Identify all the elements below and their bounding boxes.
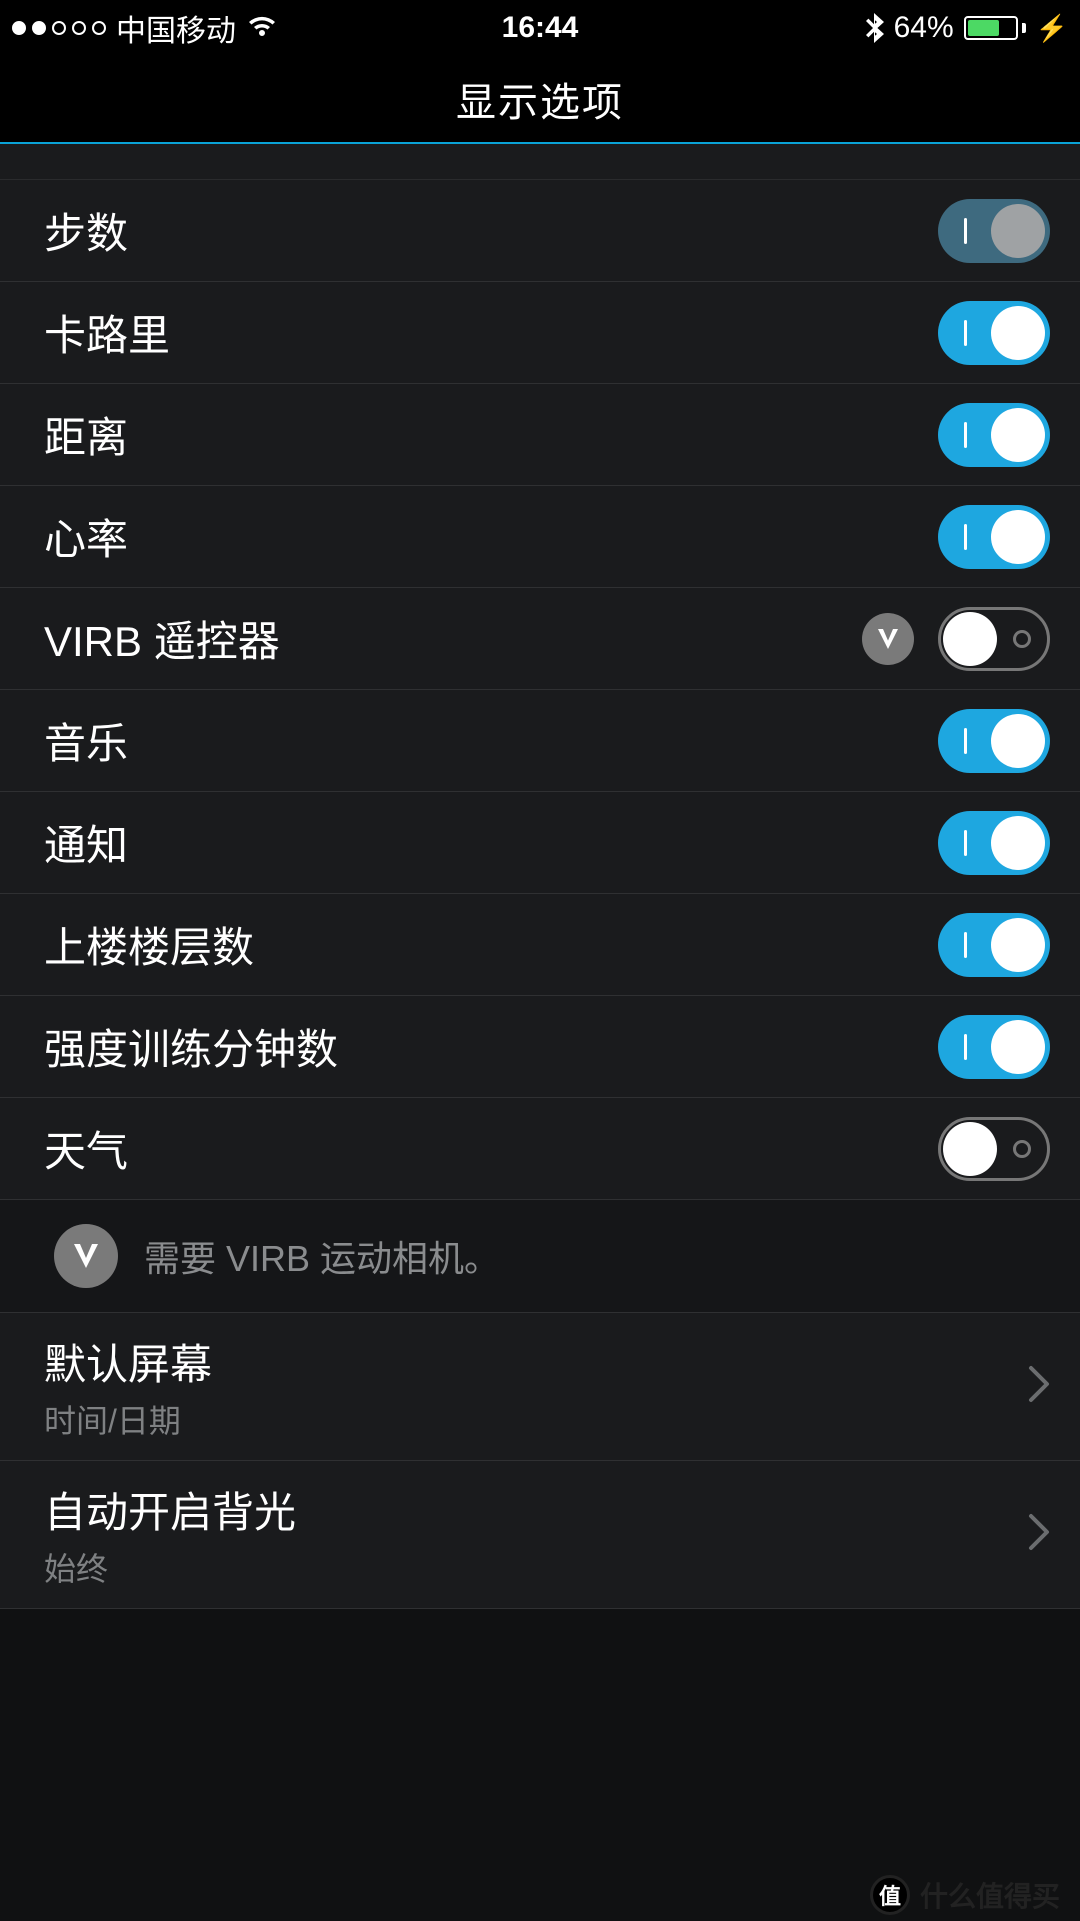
watermark-text: 什么值得买 xyxy=(920,1875,1060,1915)
nav-row[interactable]: 自动开启背光始终 xyxy=(0,1461,1080,1609)
option-label: 卡路里 xyxy=(44,302,170,363)
option-label: 距离 xyxy=(44,404,128,465)
list-item: 通知 xyxy=(0,792,1080,894)
virb-note-text: 需要 VIRB 运动相机。 xyxy=(144,1230,500,1282)
nav-header: 显示选项 xyxy=(0,56,1080,144)
chevron-right-icon xyxy=(1028,1513,1050,1556)
page-title: 显示选项 xyxy=(456,70,624,128)
list-item: 音乐 xyxy=(0,690,1080,792)
option-label: 通知 xyxy=(44,812,128,873)
status-bar: 中国移动 16:44 64% ⚡ xyxy=(0,0,1080,56)
toggle-switch[interactable] xyxy=(938,709,1050,773)
option-label: 步数 xyxy=(44,200,128,261)
carrier-label: 中国移动 xyxy=(116,6,236,50)
toggle-switch[interactable] xyxy=(938,811,1050,875)
nav-row-title: 默认屏幕 xyxy=(44,1331,212,1392)
nav-row[interactable]: 默认屏幕时间/日期 xyxy=(0,1313,1080,1461)
status-left: 中国移动 xyxy=(12,6,278,50)
clock-label: 16:44 xyxy=(502,11,579,45)
list-item: 强度训练分钟数 xyxy=(0,996,1080,1098)
toggle-switch[interactable] xyxy=(938,403,1050,467)
chevron-right-icon xyxy=(1028,1365,1050,1408)
settings-list[interactable]: 步数卡路里距离心率 VIRB 遥控器音乐通知上楼楼层数强度训练分钟数天气 需要 V… xyxy=(0,144,1080,1609)
toggle-switch[interactable] xyxy=(938,505,1050,569)
list-item: 天气 xyxy=(0,1098,1080,1200)
list-item: 卡路里 xyxy=(0,282,1080,384)
charging-icon: ⚡ xyxy=(1036,13,1068,44)
list-item: 上楼楼层数 xyxy=(0,894,1080,996)
virb-badge-icon xyxy=(862,613,914,665)
list-item: 距离 xyxy=(0,384,1080,486)
virb-note: 需要 VIRB 运动相机。 xyxy=(0,1200,1080,1313)
virb-badge-icon xyxy=(54,1224,118,1288)
nav-row-subtitle: 时间/日期 xyxy=(44,1396,212,1442)
toggle-switch[interactable] xyxy=(938,1015,1050,1079)
option-label: 上楼楼层数 xyxy=(44,914,254,975)
toggle-switch[interactable] xyxy=(938,301,1050,365)
nav-row-title: 自动开启背光 xyxy=(44,1479,296,1540)
watermark-badge: 值 xyxy=(870,1875,910,1915)
battery-pct-label: 64% xyxy=(894,11,954,45)
status-right: 64% ⚡ xyxy=(866,11,1068,45)
signal-dots xyxy=(12,21,106,35)
nav-row-subtitle: 始终 xyxy=(44,1544,296,1590)
toggle-switch[interactable] xyxy=(938,607,1050,671)
bluetooth-icon xyxy=(866,13,884,43)
toggle-switch[interactable] xyxy=(938,1117,1050,1181)
option-label: 强度训练分钟数 xyxy=(44,1016,338,1077)
option-label: 音乐 xyxy=(44,710,128,771)
wifi-icon xyxy=(246,16,278,40)
list-item: VIRB 遥控器 xyxy=(0,588,1080,690)
list-item: 步数 xyxy=(0,180,1080,282)
list-item-peek xyxy=(0,144,1080,180)
option-label: 心率 xyxy=(44,506,128,567)
list-item: 心率 xyxy=(0,486,1080,588)
toggle-switch[interactable] xyxy=(938,199,1050,263)
option-label: VIRB 遥控器 xyxy=(44,608,280,669)
toggle-switch[interactable] xyxy=(938,913,1050,977)
watermark: 值 什么值得买 xyxy=(870,1875,1060,1915)
battery-icon xyxy=(964,16,1026,40)
option-label: 天气 xyxy=(44,1118,128,1179)
